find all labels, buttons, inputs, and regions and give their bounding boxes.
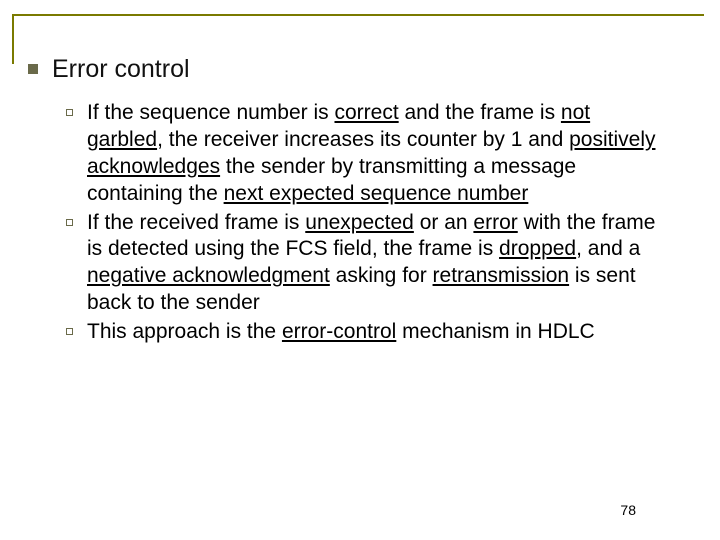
slide-frame-top [12,14,704,16]
underlined-text: unexpected [305,211,414,234]
list-item: If the sequence number is correct and th… [66,100,692,208]
plain-text: and the frame is [399,101,561,124]
plain-text: This approach is the [87,320,282,343]
hollow-square-bullet-icon [66,219,73,226]
page-number: 78 [620,502,636,518]
list-item: If the received frame is unexpected or a… [66,210,692,318]
list-item: This approach is the error-control mecha… [66,319,692,346]
plain-text: If the received frame is [87,211,305,234]
plain-text: asking for [330,264,433,287]
underlined-text: negative acknowledgment [87,264,330,287]
plain-text: , and a [576,237,640,260]
underlined-text: error-control [282,320,396,343]
slide-frame-left [12,14,14,64]
list-item-text: If the received frame is unexpected or a… [87,210,667,318]
underlined-text: retransmission [433,264,570,287]
hollow-square-bullet-icon [66,109,73,116]
plain-text: If the sequence number is [87,101,334,124]
hollow-square-bullet-icon [66,328,73,335]
underlined-text: error [473,211,517,234]
underlined-text: next expected sequence number [224,182,529,205]
slide-content: Error control If the sequence number is … [28,54,692,348]
underlined-text: correct [334,101,398,124]
heading-text: Error control [52,54,190,84]
plain-text: , the receiver increases its counter by … [157,128,569,151]
plain-text: or an [414,211,474,234]
square-bullet-icon [28,64,38,74]
heading-row: Error control [28,54,692,84]
sub-bullet-list: If the sequence number is correct and th… [66,100,692,346]
plain-text: mechanism in HDLC [396,320,594,343]
list-item-text: This approach is the error-control mecha… [87,319,595,346]
list-item-text: If the sequence number is correct and th… [87,100,667,208]
underlined-text: dropped [499,237,576,260]
